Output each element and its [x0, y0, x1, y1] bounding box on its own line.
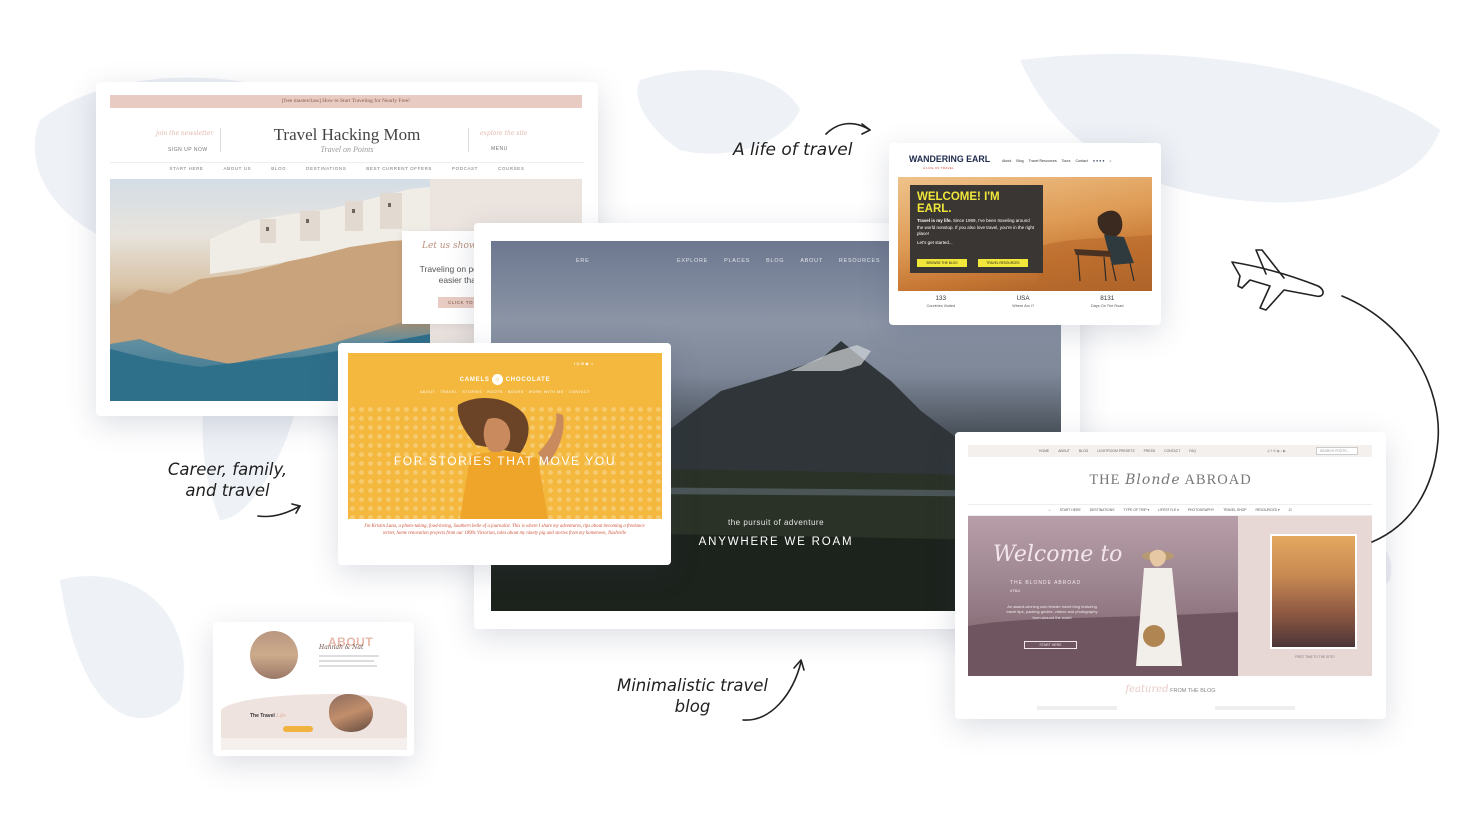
footer-logo: The Travel Life [250, 713, 286, 719]
nav-type-of-trip[interactable]: TYPE OF TRIP ▾ [1124, 508, 1150, 512]
nav-podcast[interactable]: PODCAST [452, 166, 478, 175]
about-page-screenshot: ABOUT Hannah & Nat The Travel Life [213, 622, 414, 756]
cart-icon[interactable]: ⊡ [1289, 508, 1292, 512]
menu-button[interactable]: MENU [491, 146, 508, 152]
nav-resources[interactable]: RESOURCES ▾ [1255, 508, 1279, 512]
text-line [319, 665, 377, 667]
intro-text: Travel is my life. Since 1999, I've been… [917, 218, 1035, 236]
flight-path-line [1341, 295, 1440, 543]
post-card[interactable] [1037, 706, 1117, 710]
stat-location: USA Where Am I? [1012, 295, 1035, 308]
founders-photo [250, 631, 298, 679]
nav-contact[interactable]: Contact [1075, 159, 1087, 163]
util-blog[interactable]: BLOG [1079, 449, 1088, 453]
stats-row: 133 Countries Visited USA Where Am I? 8131… [898, 295, 1152, 308]
nav-photography[interactable]: PHOTOGRAPHY [1188, 508, 1214, 512]
nav-blog[interactable]: BLOG [271, 166, 286, 175]
first-time-caption: FIRST TIME TO THE SITE? [1295, 655, 1335, 659]
nav-tours[interactable]: Tours [1062, 159, 1071, 163]
annotation-career: Career, family, and travel [167, 460, 288, 500]
footer-links [221, 738, 407, 750]
subscribe-button[interactable] [283, 726, 313, 732]
nav-lifestyle[interactable]: LIFESTYLE ▾ [1158, 508, 1179, 512]
site-logo-subtitle: Travel on Points [320, 145, 374, 154]
nav-about[interactable]: ABOUT [800, 258, 823, 264]
nav-blog[interactable]: Blog [1016, 159, 1023, 163]
travel-photo-blob [329, 694, 373, 732]
text-line [319, 660, 374, 662]
blonde-abroad-screenshot: HOME ABOUT BLOG LIGHTROOM PRESETS PRESS … [955, 432, 1386, 719]
nav-places[interactable]: PLACES [724, 258, 750, 264]
nav-travel-resources[interactable]: Travel Resources [1029, 159, 1057, 163]
nav-explore[interactable]: EXPLORE [677, 258, 708, 264]
util-contact[interactable]: CONTACT [1164, 449, 1180, 453]
hashtag: #TBA [1010, 588, 1021, 593]
description: An award-winning solo female travel blog… [1006, 604, 1098, 620]
camels-chocolate-screenshot: f ◎ ✉ ◉ ⌕ CAMELS ☼ CHOCOLATE ABOUT · TRA… [338, 343, 671, 565]
nav-travel-shop[interactable]: TRAVEL SHOP [1223, 508, 1246, 512]
lavender-hero: Welcome to THE BLONDE ABROAD #TBA An awa… [968, 516, 1372, 676]
nav-destinations[interactable]: DESTINATIONS [306, 166, 346, 175]
names-script: Hannah & Nat [319, 644, 364, 651]
site-logo-subtitle: A LIFE OF TRAVEL [923, 166, 955, 170]
divider [468, 128, 469, 152]
browse-blog-button[interactable]: BROWSE THE BLOG [917, 259, 967, 267]
desert-hero: WELCOME! I'M EARL. Travel is my life. Si… [898, 177, 1152, 291]
post-card[interactable] [1215, 706, 1295, 710]
nav-about-us[interactable]: ABOUT US [224, 166, 252, 175]
masterclass-banner[interactable]: [free masterclass] How to Start Travelin… [110, 95, 582, 108]
main-nav: EXPLORE PLACES BLOG ABOUT RESOURCES [677, 258, 880, 264]
main-nav: About Blog Travel Resources Tours Contac… [1002, 159, 1112, 163]
nav-start-here[interactable]: START HERE [1060, 508, 1081, 512]
util-home[interactable]: HOME [1039, 449, 1049, 453]
nav-resources[interactable]: RESOURCES [839, 258, 880, 264]
nav-start-here[interactable]: START HERE [170, 166, 204, 175]
site-logo[interactable]: WANDERING EARL [909, 154, 990, 164]
social-icons[interactable]: ◎ f ✉ ◉ ♪ ▶ [1267, 449, 1286, 453]
divider [110, 162, 584, 163]
arrow-icon [825, 122, 871, 135]
hero-section: f ◎ ✉ ◉ ⌕ CAMELS ☼ CHOCOLATE ABOUT · TRA… [348, 353, 662, 519]
brand-text: THE BLONDE ABROAD [1010, 580, 1082, 586]
start-here-button[interactable]: START HERE [1024, 641, 1077, 649]
text-line [319, 655, 379, 657]
util-press[interactable]: PRESS [1144, 449, 1156, 453]
nav-destinations[interactable]: DESTINATIONS [1090, 508, 1115, 512]
hero-headline: FOR STORIES THAT MOVE YOU [393, 454, 617, 468]
search-icon[interactable]: ⌕ [1110, 159, 1112, 163]
welcome-heading: WELCOME! I'M EARL. [917, 191, 1000, 215]
site-logo[interactable]: THE Blonde ABROAD [955, 472, 1386, 489]
nav-best-offers[interactable]: BEST CURRENT OFFERS [366, 166, 432, 175]
util-presets[interactable]: LIGHTROOM PRESETS [1097, 449, 1134, 453]
featured-heading: featured FROM THE BLOG [1125, 684, 1216, 695]
woman-photo [457, 398, 564, 519]
stat-days: 8131 Days On The Road [1091, 295, 1124, 308]
home-icon[interactable]: ⌂ [1049, 508, 1051, 512]
site-logo-fragment[interactable]: ERE [576, 258, 589, 264]
wandering-earl-screenshot: WANDERING EARL A LIFE OF TRAVEL About Bl… [889, 143, 1161, 325]
sunset-photo [1270, 534, 1357, 649]
welcome-box: WELCOME! I'M EARL. Travel is my life. Si… [910, 185, 1043, 273]
main-nav: ⌂ START HERE DESTINATIONS TYPE OF TRIP ▾… [968, 504, 1372, 516]
annotation-life-of-travel: A life of travel [733, 140, 853, 160]
nav-blog[interactable]: BLOG [766, 258, 784, 264]
nav-about[interactable]: About [1002, 159, 1011, 163]
travel-resources-button[interactable]: TRAVEL RESOURCES [978, 259, 1028, 267]
main-nav: START HERE ABOUT US BLOG DESTINATIONS BE… [106, 166, 588, 175]
stat-countries: 133 Countries Visited [926, 295, 956, 308]
airplane-icon [1231, 249, 1324, 311]
social-icons[interactable]: ● ● ● ● [1093, 159, 1105, 163]
util-faq[interactable]: FAQ [1189, 449, 1196, 453]
arrow-icon [257, 503, 301, 518]
cta-text: Let's get started... [917, 239, 953, 245]
nav-courses[interactable]: COURSES [498, 166, 524, 175]
bio-text: I'm Kristin Luna, a photo-taking, food-l… [364, 524, 645, 536]
utility-nav: HOME ABOUT BLOG LIGHTROOM PRESETS PRESS … [968, 445, 1372, 457]
lavender-woman-photo [968, 549, 1238, 676]
util-about[interactable]: ABOUT [1058, 449, 1070, 453]
wave-section [221, 694, 407, 738]
welcome-script: Welcome to [993, 542, 1123, 567]
explore-script: explore the site [480, 130, 528, 137]
arrow-icon [742, 659, 805, 721]
